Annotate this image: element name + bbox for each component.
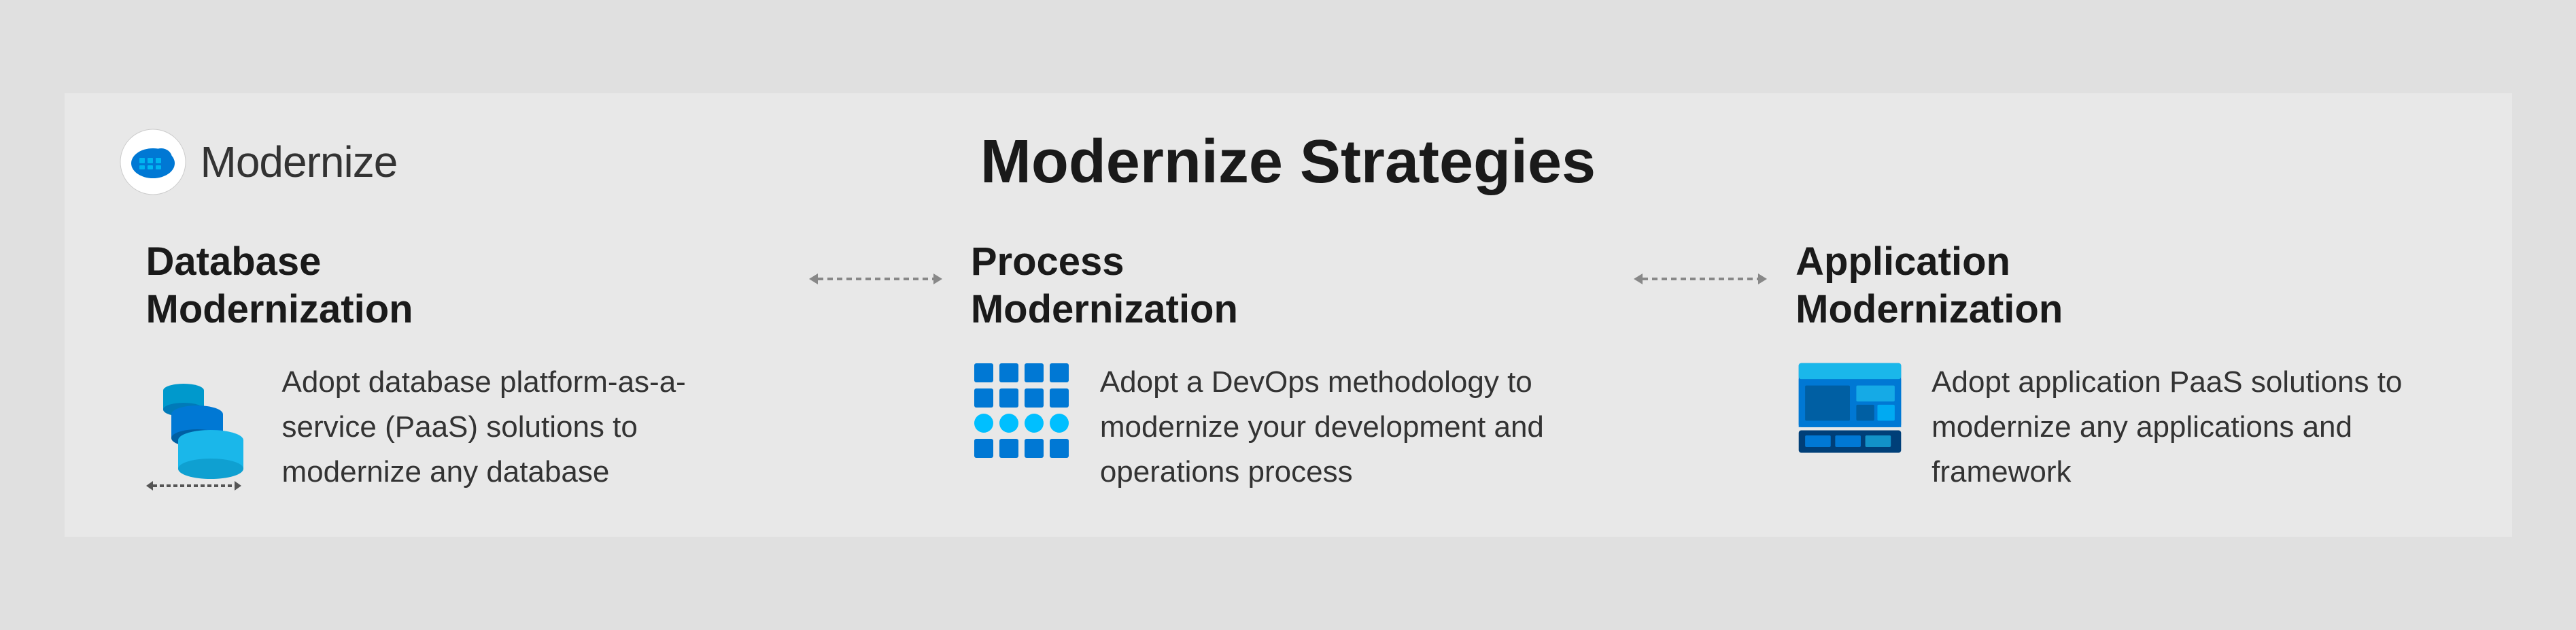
application-heading: Application Modernization [1796, 238, 2063, 333]
database-icon [146, 360, 255, 496]
content-row: Database Modernization [119, 238, 2458, 496]
header-row: Modernize Modernize Strategies [119, 127, 2458, 197]
process-text: Adopt a DevOps methodology to modernize … [1100, 360, 1605, 495]
main-container: Modernize Modernize Strategies Database … [65, 93, 2512, 537]
logo-text: Modernize [201, 137, 398, 187]
database-heading: Database Modernization [146, 238, 413, 333]
process-heading: Process Modernization [971, 238, 1238, 333]
logo-area: Modernize [119, 128, 459, 196]
right-arrow-connector [1632, 238, 1768, 299]
database-text: Adopt database platform-as-a-service (Pa… [282, 360, 780, 495]
application-body: Adopt application PaaS solutions to mode… [1796, 360, 2430, 495]
process-body: Adopt a DevOps methodology to modernize … [971, 360, 1605, 495]
process-column: Process Modernization [944, 238, 1632, 495]
database-body: Adopt database platform-as-a-service (Pa… [146, 360, 780, 496]
left-arrow-connector [808, 238, 944, 299]
main-title: Modernize Strategies [459, 127, 2118, 197]
database-column: Database Modernization [119, 238, 808, 496]
application-icon [1796, 360, 1904, 456]
modernize-logo-icon [119, 128, 187, 196]
application-text: Adopt application PaaS solutions to mode… [1931, 360, 2430, 495]
process-icon [971, 360, 1073, 462]
application-column: Application Modernization [1768, 238, 2457, 495]
